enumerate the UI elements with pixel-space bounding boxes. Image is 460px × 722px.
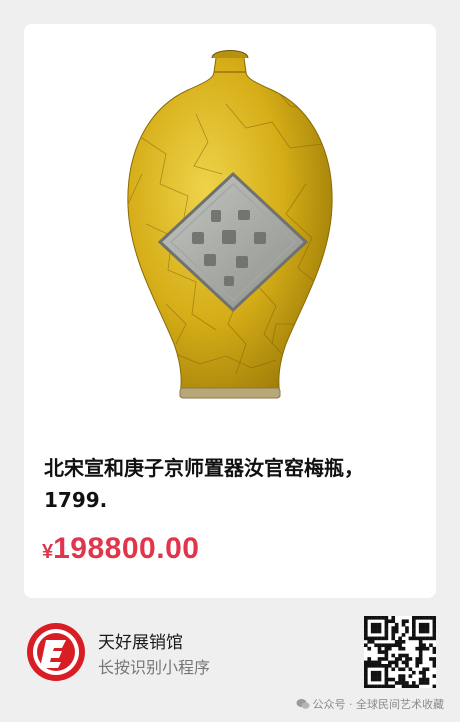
mini-program-footer: 天好展销馆 长按识别小程序 公众号 · 全球民间艺术收藏 — [0, 608, 460, 722]
watermark: 公众号 · 全球民间艺术收藏 — [296, 696, 445, 712]
shop-name[interactable]: 天好展销馆 — [98, 628, 183, 653]
product-card[interactable]: 北宋宣和庚子京师置器汝官窑梅瓶，1799. ¥198800.00 — [24, 24, 436, 598]
shop-subtitle: 长按识别小程序 — [98, 658, 211, 677]
qr-code-icon[interactable] — [364, 616, 437, 689]
vase-illustration — [127, 50, 333, 399]
product-title: 北宋宣和庚子京师置器汝官窑梅瓶，1799. — [44, 456, 364, 512]
watermark-text: 公众号 · 全球民间艺术收藏 — [312, 698, 445, 711]
wechat-official-account-icon — [296, 699, 309, 709]
product-price: ¥198800.00 — [42, 532, 199, 566]
product-image[interactable] — [76, 24, 384, 432]
shop-logo-icon[interactable] — [26, 622, 86, 682]
price-value: 198800.00 — [53, 532, 200, 565]
currency-symbol: ¥ — [42, 541, 54, 563]
